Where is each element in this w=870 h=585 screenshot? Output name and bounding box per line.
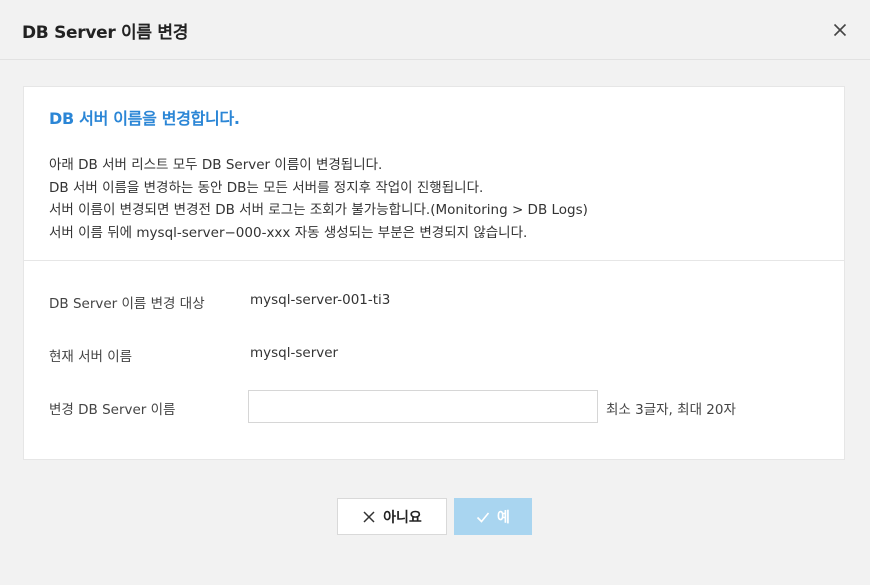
notice-section: DB 서버 이름을 변경합니다. 아래 DB 서버 리스트 모두 DB Serv… xyxy=(24,87,844,261)
new-name-input[interactable] xyxy=(248,390,598,423)
panel-heading: DB 서버 이름을 변경합니다. xyxy=(49,109,240,128)
new-name-label: 변경 DB Server 이름 xyxy=(49,402,176,418)
no-button[interactable]: 아니요 xyxy=(337,498,447,535)
close-icon xyxy=(362,510,376,524)
yes-button[interactable]: 예 xyxy=(454,498,532,535)
close-icon xyxy=(833,23,847,37)
notice-line: DB 서버 이름을 변경하는 동안 DB는 모든 서버를 정지후 작업이 진행됩… xyxy=(49,179,484,196)
dialog-header: DB Server 이름 변경 xyxy=(0,0,870,60)
current-name-label: 현재 서버 이름 xyxy=(49,349,133,365)
length-hint: 최소 3글자, 최대 20자 xyxy=(606,402,736,418)
rename-db-server-dialog: DB Server 이름 변경 DB 서버 이름을 변경합니다. 아래 DB 서… xyxy=(0,0,870,585)
notice-line: 아래 DB 서버 리스트 모두 DB Server 이름이 변경됩니다. xyxy=(49,157,383,173)
notice-list: 아래 DB 서버 리스트 모두 DB Server 이름이 변경됩니다. DB … xyxy=(49,154,588,244)
target-label: DB Server 이름 변경 대상 xyxy=(49,296,205,312)
close-button[interactable] xyxy=(832,22,848,38)
dialog-title: DB Server 이름 변경 xyxy=(22,23,189,43)
notice-line: 서버 이름이 변경되면 변경전 DB 서버 로그는 조회가 불가능합니다.(Mo… xyxy=(49,202,588,218)
target-value: mysql-server-001-ti3 xyxy=(250,292,391,308)
notice-line: 서버 이름 뒤에 mysql-server−000-xxx 자동 생성되는 부분… xyxy=(49,224,528,241)
no-button-label: 아니요 xyxy=(383,509,422,526)
content-panel: DB 서버 이름을 변경합니다. 아래 DB 서버 리스트 모두 DB Serv… xyxy=(23,86,845,460)
check-icon xyxy=(476,510,490,524)
current-name-value: mysql-server xyxy=(250,345,339,361)
yes-button-label: 예 xyxy=(497,509,510,526)
